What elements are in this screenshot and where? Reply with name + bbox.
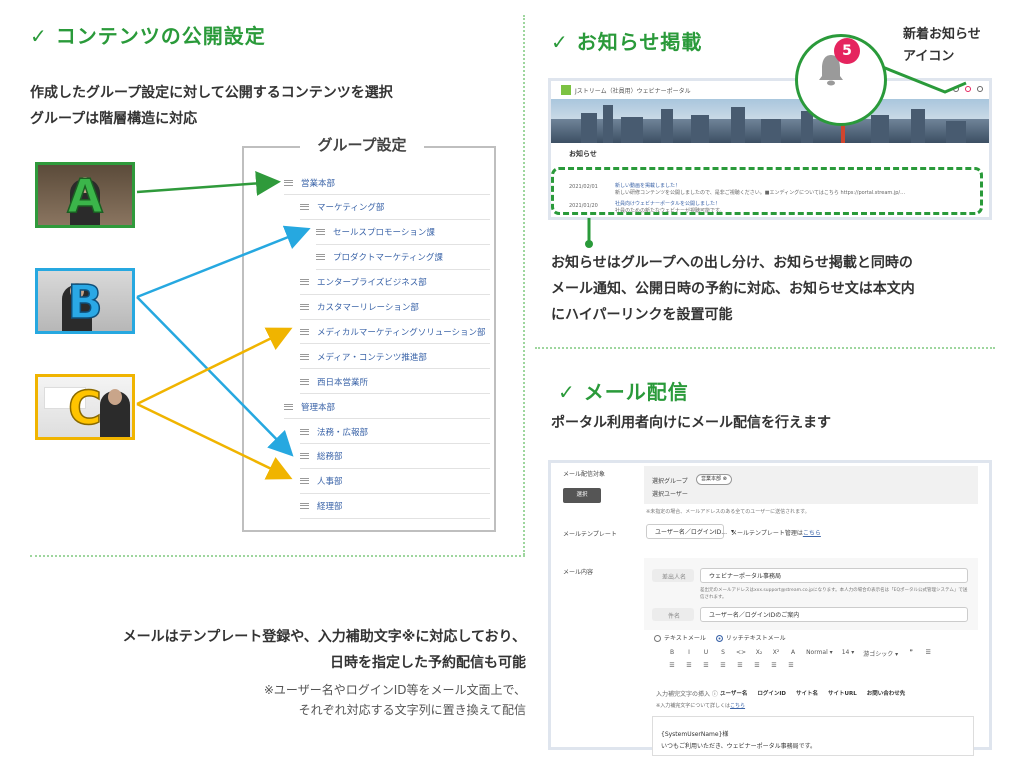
- selected-group-label: 選択グループ: [652, 478, 688, 485]
- insert-field-chip[interactable]: ユーザー名: [720, 689, 747, 697]
- toolbar-button[interactable]: S: [719, 649, 727, 658]
- radio-text-mail[interactable]: [654, 635, 661, 642]
- selected-group-chip[interactable]: 営業本部 ⊗: [696, 474, 732, 485]
- subject-label: 件名: [668, 613, 681, 620]
- news-desc-line-3: にハイパーリンクを設置可能: [551, 307, 733, 323]
- insert-field-chip[interactable]: ログインID: [757, 689, 786, 697]
- radio-text-label: テキストメール: [664, 635, 706, 642]
- radio-rich-mail[interactable]: [715, 635, 723, 642]
- bell-callout-label: 新着お知らせ アイコン: [903, 24, 981, 68]
- template-select-value: ユーザー名／ログインID...: [655, 529, 727, 536]
- toolbar-button[interactable]: ☰: [924, 649, 932, 658]
- toolbar-button[interactable]: I: [685, 649, 693, 658]
- toolbar-button[interactable]: Normal ▾: [806, 649, 833, 658]
- toolbar-button[interactable]: ☰: [702, 662, 710, 669]
- subject-input[interactable]: ユーザー名／ログインIDのご案内: [700, 607, 968, 622]
- mail-delivery-desc: ポータル利用者向けにメール配信を行えます: [551, 415, 831, 431]
- toolbar-button[interactable]: A: [789, 649, 797, 658]
- template-label: メールテンプレート: [563, 531, 617, 538]
- toolbar-button[interactable]: <>: [736, 649, 746, 658]
- insert-field-chip[interactable]: サイト名: [796, 689, 818, 697]
- toolbar-button[interactable]: ☰: [719, 662, 727, 669]
- news-desc-line-1: お知らせはグループへの出し分け、お知らせ掲載と同時の: [551, 255, 913, 271]
- insert-hint-link[interactable]: こちら: [730, 703, 745, 709]
- content-label: メール内容: [563, 569, 594, 576]
- insert-label: 入力補完文字の挿入 ⓘ ：: [656, 691, 726, 698]
- toolbar-button[interactable]: ❞: [907, 649, 915, 658]
- insert-field-chip[interactable]: お問い合わせ先: [867, 689, 906, 697]
- insert-field-chips: ユーザー名 ログインID サイト名 サイトURL お問い合わせ先: [720, 689, 905, 697]
- template-manage-text: メールテンプレート管理はこちら: [731, 528, 821, 537]
- notification-badge: 5: [834, 38, 860, 64]
- toolbar-button[interactable]: U: [702, 649, 710, 658]
- toolbar-button[interactable]: ☰: [685, 662, 693, 669]
- mail-delivery-title: ✓ メール配信: [558, 380, 689, 404]
- mail-format-radios: テキストメール リッチテキストメール: [654, 633, 786, 642]
- toolbar-button[interactable]: ☰: [787, 662, 795, 669]
- template-manage-prefix: メールテンプレート管理は: [731, 530, 803, 537]
- toolbar-button[interactable]: 14 ▾: [842, 649, 855, 658]
- toolbar-button[interactable]: ☰: [736, 662, 744, 669]
- toolbar-button[interactable]: ☰: [770, 662, 778, 669]
- bell-label-line-2: アイコン: [903, 49, 955, 64]
- insert-field-chip[interactable]: サイトURL: [828, 689, 857, 697]
- selected-user-label: 選択ユーザー: [652, 491, 688, 498]
- selected-target-box: [644, 466, 978, 504]
- editor-line-1: {SystemUserName}様: [661, 731, 729, 738]
- template-select[interactable]: ユーザー名／ログインID... ▾: [646, 524, 734, 539]
- sender-label: 差出人名: [662, 574, 687, 581]
- insert-hint: ※入力補完文字について詳しくはこちら: [656, 702, 745, 709]
- select-target-button[interactable]: 選択: [563, 488, 601, 503]
- toolbar-button[interactable]: ☰: [753, 662, 761, 669]
- news-posting-desc: お知らせはグループへの出し分け、お知らせ掲載と同時の メール通知、公開日時の予約…: [551, 250, 915, 328]
- news-desc-line-2: メール通知、公開日時の予約に対応、お知らせ文は本文内: [551, 281, 915, 297]
- toolbar-button[interactable]: B: [668, 649, 676, 658]
- radio-rich-label: リッチテキストメール: [725, 635, 786, 642]
- mail-body-editor[interactable]: {SystemUserName}様 いつもご利用いただき、ウェビナーポータル事務…: [652, 716, 974, 756]
- editor-line-2: いつもご利用いただき、ウェビナーポータル事務局です。: [661, 743, 816, 750]
- target-hint: ※未指定の場合、メールアドレスのある全てのユーザーに送信されます。: [646, 509, 810, 515]
- bell-label-line-1: 新着お知らせ: [903, 27, 981, 42]
- toolbar-button[interactable]: X²: [772, 649, 780, 658]
- sender-input[interactable]: ウェビナーポータル事務局: [700, 568, 968, 583]
- rich-text-toolbar: B I U S <> X₂ X² A Normal ▾ 14 ▾ 游ゴシック ▾ ❞ ☰ ☰ ☰ ☰ ☰ ☰ ☰ ☰ ☰: [668, 649, 938, 669]
- template-manage-link[interactable]: こちら: [803, 530, 821, 537]
- toolbar-button[interactable]: X₂: [755, 649, 763, 658]
- toolbar-button[interactable]: ☰: [668, 662, 676, 669]
- insert-hint-text: ※入力補完文字について詳しくは: [656, 703, 731, 709]
- mail-target-label: メール配信対象: [563, 471, 606, 478]
- sender-hint: 差出元のメールアドレスはxxx.support@stream.co.jpになりま…: [700, 588, 968, 600]
- toolbar-button[interactable]: 游ゴシック ▾: [863, 649, 898, 658]
